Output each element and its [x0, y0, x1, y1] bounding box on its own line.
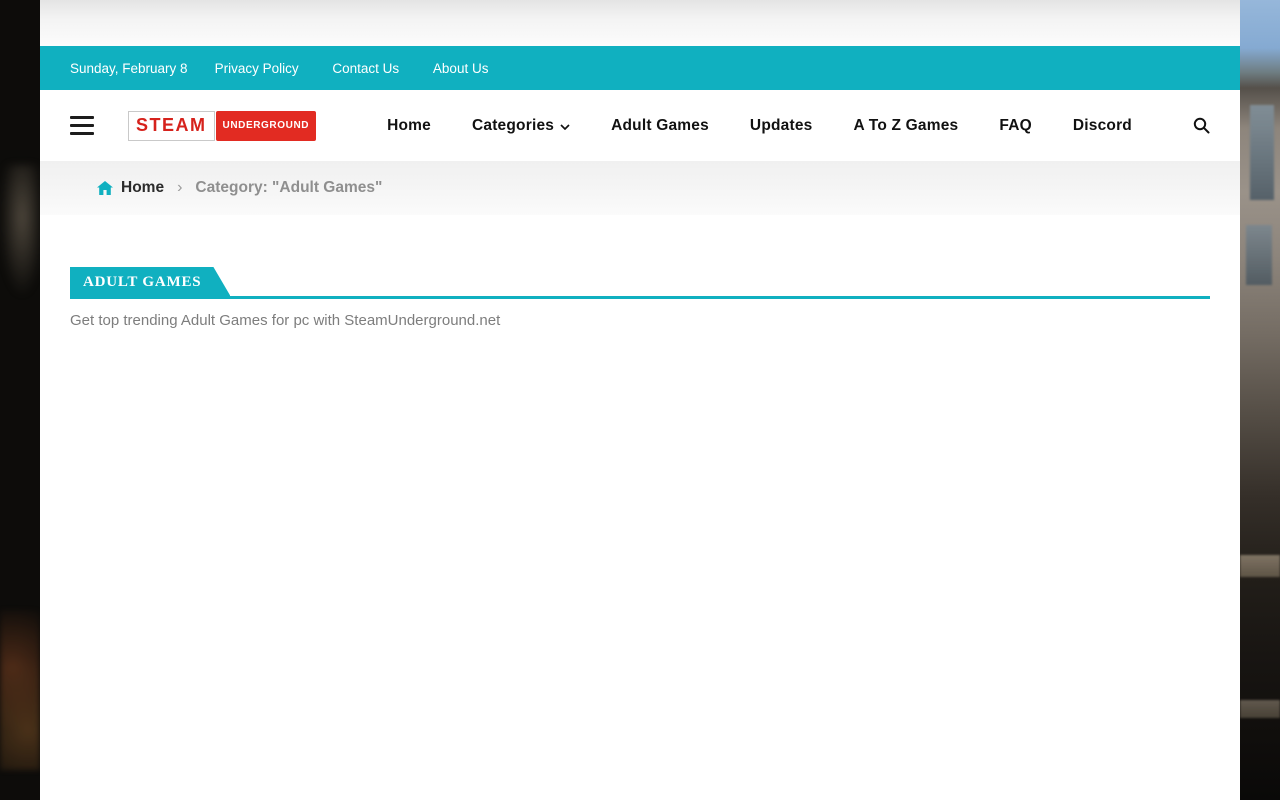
breadcrumb-separator: ›: [177, 179, 182, 197]
search-button[interactable]: [1193, 117, 1210, 134]
logo-underground-text: UNDERGROUND: [216, 111, 317, 141]
menu-toggle-button[interactable]: [70, 116, 94, 135]
breadcrumb-current: Category: "Adult Games": [195, 179, 382, 197]
breadcrumb-home-label: Home: [121, 179, 164, 197]
hamburger-icon: [70, 116, 94, 119]
background-art-left: [0, 0, 40, 800]
topbar: Sunday, February 8 Privacy Policy Contac…: [40, 46, 1240, 90]
nav-home[interactable]: Home: [387, 117, 431, 135]
topbar-link-contact-us[interactable]: Contact Us: [332, 61, 399, 76]
breadcrumb: Home › Category: "Adult Games": [40, 161, 1240, 215]
home-icon: [97, 181, 113, 195]
nav-categories-label: Categories: [472, 117, 554, 135]
nav-a-to-z-games[interactable]: A To Z Games: [853, 117, 958, 135]
search-icon: [1193, 117, 1210, 134]
site-logo[interactable]: STEAM UNDERGROUND: [128, 111, 316, 141]
topbar-link-about-us[interactable]: About Us: [433, 61, 489, 76]
date-text: Sunday, February 8: [70, 61, 188, 76]
top-spacer: [40, 0, 1240, 46]
logo-steam-text: STEAM: [128, 111, 215, 141]
topbar-links: Privacy Policy Contact Us About Us: [215, 61, 519, 76]
category-title: ADULT GAMES: [83, 274, 201, 290]
category-description: Get top trending Adult Games for pc with…: [70, 312, 1210, 329]
topbar-link-privacy-policy[interactable]: Privacy Policy: [215, 61, 299, 76]
main-content: ADULT GAMES Get top trending Adult Games…: [40, 215, 1240, 800]
nav-adult-games[interactable]: Adult Games: [611, 117, 709, 135]
page-container: Sunday, February 8 Privacy Policy Contac…: [40, 0, 1240, 800]
nav-updates[interactable]: Updates: [750, 117, 813, 135]
site-header: STEAM UNDERGROUND Home Categories Adult …: [40, 90, 1240, 161]
category-title-banner: ADULT GAMES: [70, 267, 230, 296]
nav-faq[interactable]: FAQ: [999, 117, 1031, 135]
chevron-down-icon: [560, 124, 570, 130]
background-art-right: [1240, 0, 1280, 800]
main-nav: Home Categories Adult Games Updates A To…: [387, 117, 1132, 135]
category-section-header: ADULT GAMES: [70, 267, 1210, 299]
breadcrumb-home-link[interactable]: Home: [97, 179, 164, 197]
nav-discord[interactable]: Discord: [1073, 117, 1132, 135]
nav-categories[interactable]: Categories: [472, 117, 570, 135]
